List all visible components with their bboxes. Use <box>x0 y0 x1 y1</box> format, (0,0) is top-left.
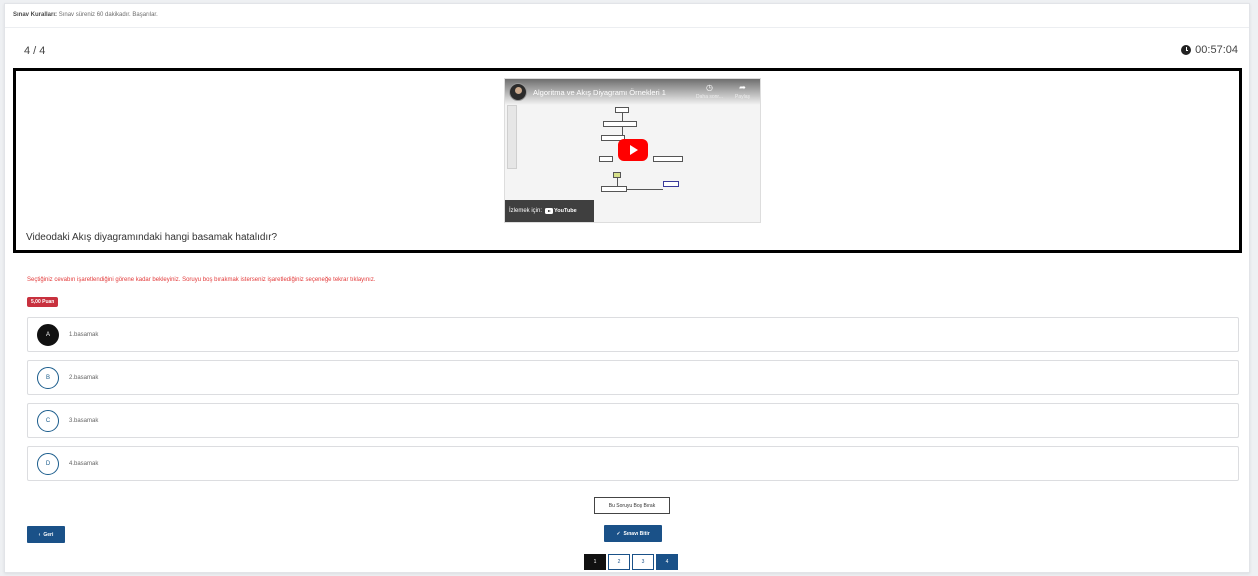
exam-page: Sınav Kuralları: Sınav süreniz 60 dakika… <box>4 3 1250 573</box>
question-counter: 4 / 4 <box>24 45 46 57</box>
question-box: Algoritma ve Akış Diyagramı Örnekleri 1 … <box>13 68 1242 253</box>
page-button-4[interactable]: 4 <box>656 554 678 570</box>
option-c[interactable]: C 3.basamak <box>27 403 1239 438</box>
option-text: 4.basamak <box>69 460 99 467</box>
option-a[interactable]: A 1.basamak <box>27 317 1239 352</box>
check-icon: ✓ <box>616 530 621 537</box>
flowchart-line <box>622 127 623 135</box>
channel-avatar[interactable] <box>509 83 527 101</box>
points-badge: 5,00 Puan <box>27 297 59 307</box>
flowchart-node <box>601 186 627 192</box>
page-button-3[interactable]: 3 <box>632 554 654 570</box>
clock-icon <box>1181 45 1192 55</box>
option-text: 2.basamak <box>69 374 99 381</box>
flowchart-node <box>603 121 637 127</box>
exam-timer: 00:57:04 <box>1181 44 1238 56</box>
finish-exam-label: Sınavı Bitir <box>623 530 650 537</box>
back-button-label: Geri <box>43 531 54 538</box>
watch-on-youtube-button[interactable]: İzlemek için: YouTube <box>505 200 594 222</box>
page-button-1[interactable]: 1 <box>584 554 606 570</box>
share-label: Paylaş <box>734 94 750 100</box>
youtube-logo-icon: YouTube <box>545 208 577 214</box>
flowchart-line <box>617 178 618 186</box>
exam-rules: Sınav Kuralları: Sınav süreniz 60 dakika… <box>13 12 158 18</box>
flowchart-node <box>663 181 679 187</box>
option-text: 1.basamak <box>69 331 99 338</box>
option-letter: C <box>37 409 59 432</box>
flowchart-line <box>627 189 663 190</box>
share-button[interactable]: ➦ Paylaş <box>734 83 750 101</box>
question-pager: 1 2 3 4 <box>584 554 678 570</box>
editor-toolbar-thumbnail <box>507 105 517 169</box>
exam-rules-text: Sınav süreniz 60 dakikadır. Başarılar. <box>58 12 158 18</box>
option-d[interactable]: D 4.basamak <box>27 446 1239 481</box>
flowchart-node <box>653 156 683 162</box>
youtube-video-embed[interactable]: Algoritma ve Akış Diyagramı Örnekleri 1 … <box>504 78 761 223</box>
share-icon: ➦ <box>739 83 746 92</box>
option-text: 3.basamak <box>69 417 99 424</box>
video-actions: ◷ Daha sonr... ➦ Paylaş <box>696 83 750 101</box>
skip-question-button[interactable]: Bu Soruyu Boş Bırak <box>594 497 670 514</box>
timer-value: 00:57:04 <box>1195 44 1238 56</box>
chevron-left-icon: ‹ <box>38 531 41 538</box>
page-button-2[interactable]: 2 <box>608 554 630 570</box>
option-letter: D <box>37 452 59 475</box>
question-text: Videodaki Akış diyagramındaki hangi basa… <box>26 232 278 243</box>
flowchart-node <box>599 156 613 162</box>
back-button[interactable]: ‹ Geri <box>27 526 65 543</box>
youtube-logo-text: YouTube <box>554 208 577 214</box>
option-letter: A <box>37 323 59 346</box>
option-letter: B <box>37 366 59 389</box>
finish-exam-button[interactable]: ✓ Sınavı Bitir <box>604 525 662 542</box>
watch-on-label: İzlemek için: <box>509 208 543 214</box>
watch-later-label: Daha sonr... <box>696 94 723 100</box>
watch-later-button[interactable]: ◷ Daha sonr... <box>696 83 723 101</box>
clock-icon: ◷ <box>706 83 713 92</box>
option-b[interactable]: B 2.basamak <box>27 360 1239 395</box>
exam-rules-label: Sınav Kuralları: <box>13 12 58 18</box>
video-title[interactable]: Algoritma ve Akış Diyagramı Örnekleri 1 <box>533 88 666 97</box>
answer-warning: Seçtiğiniz cevabın işaretlendiğini gören… <box>27 277 376 283</box>
divider <box>5 27 1249 28</box>
play-icon[interactable] <box>618 139 648 161</box>
flowchart-line <box>622 113 623 121</box>
